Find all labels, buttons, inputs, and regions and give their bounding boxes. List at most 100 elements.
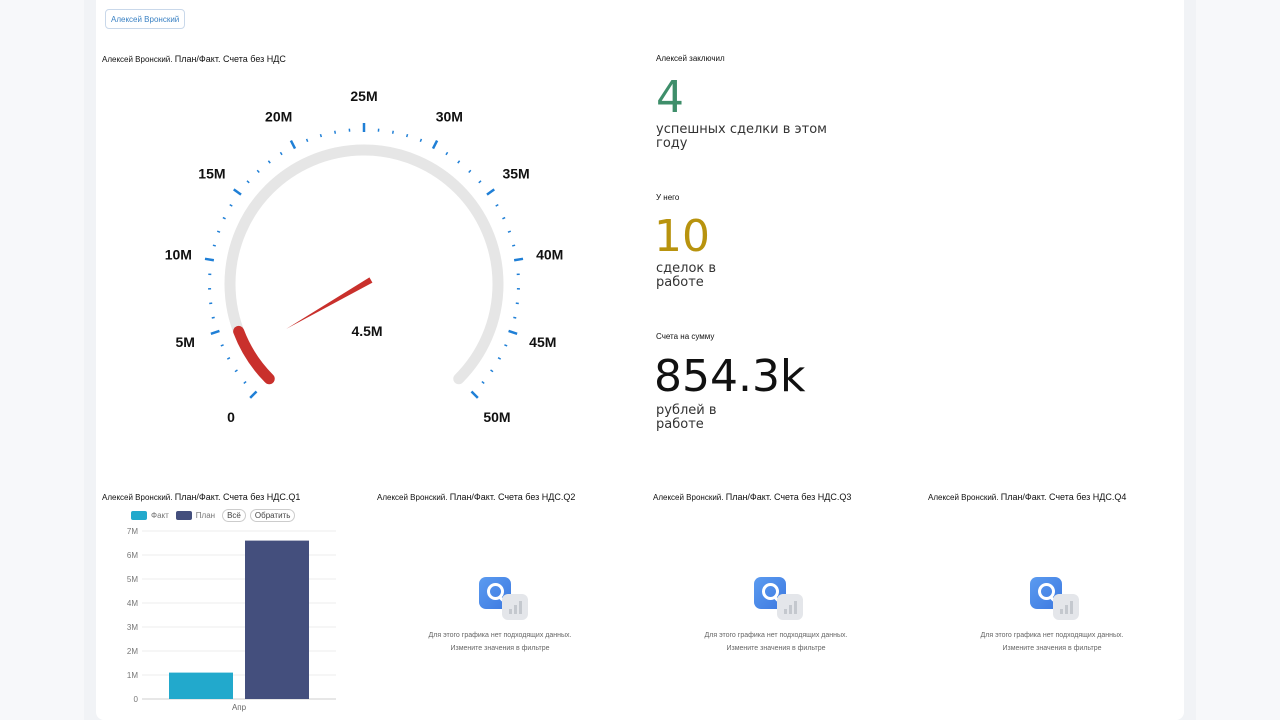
gauge-minor-tick — [256, 169, 260, 173]
q3-no-data-line2: Измените значения в фильтре — [726, 645, 826, 652]
gauge-major-tick — [210, 329, 220, 335]
bar-y-tick-label: 0 — [134, 695, 139, 704]
gauge-value-label: 4.5M — [351, 323, 382, 339]
bar-plan[interactable] — [245, 540, 309, 699]
q3-title-prefix: Алексей Вронский. — [653, 493, 724, 502]
q1-bar-chart: 0 1M 2M 3M 4M 5M 6M 7M Апр — [127, 527, 336, 712]
q3-panel-title: Алексей Вронский. План/Факт. Счета без Н… — [653, 492, 851, 502]
legend-item-plan[interactable]: План — [175, 511, 216, 520]
gauge-panel-title: Алексей Вронский. План/Факт. Счета без Н… — [102, 54, 286, 64]
gauge-minor-tick — [507, 230, 512, 233]
gauge-tick-label: 45M — [529, 334, 556, 350]
q3-no-data-icon — [754, 577, 804, 623]
gauge-tick-label: 35M — [502, 165, 529, 181]
q2-no-data-line1: Для этого графика нет подходящих данных. — [428, 632, 572, 639]
bar-chart-icon — [1053, 594, 1079, 620]
gauge-minor-tick — [226, 357, 231, 360]
kpi-active-desc-line1: сделок в — [656, 261, 717, 276]
q2-no-data-line2: Измените значения в фильтре — [450, 645, 550, 652]
gauge-title-prefix: Алексей Вронский. — [102, 55, 173, 64]
bar-y-tick-label: 7M — [127, 527, 138, 536]
gauge-minor-tick — [243, 380, 247, 385]
q3-no-data-line1: Для этого графика нет подходящих данных. — [704, 632, 848, 639]
bar-y-tick-label: 1M — [127, 671, 138, 680]
kpi-deals-head: Алексей заключил — [656, 54, 725, 63]
q2-title-prefix: Алексей Вронский. — [377, 493, 448, 502]
gauge-minor-tick — [211, 316, 215, 319]
legend-select-all-button[interactable]: Всё — [222, 509, 246, 522]
q4-no-data-line2: Измените значения в фильтре — [1002, 645, 1102, 652]
gauge-minor-tick — [334, 130, 337, 134]
q4-no-data-icon — [1030, 577, 1080, 623]
kpi-sum-desc: рублей в работе — [656, 404, 717, 432]
kpi-active-number: 10 — [654, 211, 710, 262]
bar-chart-icon — [777, 594, 803, 620]
gauge-major-tick — [513, 257, 524, 262]
gauge-tick-label: 50M — [483, 409, 510, 425]
legend-invert-button[interactable]: Обратить — [249, 509, 296, 522]
bar-y-tick-label: 3M — [127, 623, 138, 632]
gauge-minor-tick — [478, 180, 482, 184]
q2-panel-title: Алексей Вронский. План/Факт. Счета без Н… — [377, 492, 575, 502]
kpi-sum-number: 854.3k — [654, 351, 806, 402]
gauge-major-tick — [249, 390, 258, 399]
gauge-minor-tick — [279, 151, 283, 156]
gauge-minor-tick — [419, 138, 423, 143]
legend-item-fact[interactable]: Факт — [131, 511, 169, 520]
gauge-minor-tick — [212, 244, 216, 247]
gauge-minor-tick — [512, 244, 516, 247]
bar-x-tick-label: Апр — [232, 703, 247, 712]
gauge-minor-tick — [502, 216, 506, 220]
bar-chart-icon — [502, 594, 528, 620]
gauge-minor-tick — [216, 230, 221, 233]
gauge-minor-tick — [481, 380, 485, 385]
gauge-tick-label: 5M — [175, 334, 194, 350]
kpi-sum-desc-line2: работе — [656, 417, 704, 432]
gauge-minor-tick — [405, 133, 409, 138]
kpi-active-desc-line2: работе — [656, 275, 704, 290]
gauge-tick-label: 30M — [436, 108, 463, 124]
gauge-minor-tick — [234, 369, 238, 373]
kpi-sum-head: Счета на сумму — [656, 332, 715, 341]
kpi-active-desc: сделок в работе — [656, 262, 716, 290]
gauge-minor-tick — [222, 216, 226, 220]
gauge-minor-tick — [319, 133, 323, 138]
q1-legend: Факт План Всё Обратить — [131, 509, 299, 522]
gauge-minor-tick — [445, 151, 449, 156]
bar-y-tick-label: 5M — [127, 575, 138, 584]
q4-panel-title: Алексей Вронский. План/Факт. Счета без Н… — [928, 492, 1126, 502]
gauge-tick-label: 40M — [536, 247, 563, 263]
gauge-minor-tick — [490, 369, 494, 373]
gauge-minor-tick — [497, 357, 502, 360]
legend-label-plan: План — [195, 511, 216, 520]
user-filter-chip[interactable]: Алексей Вронский — [105, 9, 186, 29]
gauge-minor-tick — [468, 169, 472, 173]
q3-no-data-message: Для этого графика нет подходящих данных.… — [676, 629, 876, 655]
gauge-tick-label: 0 — [227, 409, 235, 425]
legend-label-fact: Факт — [151, 511, 169, 520]
q2-no-data-message: Для этого графика нет подходящих данных.… — [400, 629, 600, 655]
bar-fact[interactable] — [169, 672, 233, 699]
kpi-sum-desc-line1: рублей в — [656, 403, 717, 418]
q2-no-data-icon — [479, 577, 529, 623]
kpi-deals-desc-line2: году — [656, 136, 688, 151]
q2-title-text: План/Факт. Счета без НДС.Q2 — [449, 492, 576, 502]
gauge-minor-tick — [504, 344, 508, 347]
gauge-major-tick — [486, 188, 495, 196]
gauge-minor-tick — [495, 203, 499, 207]
gauge-progress — [233, 325, 275, 385]
gauge-title-text: План/Факт. Счета без НДС — [174, 54, 286, 64]
gauge-tick-label: 10M — [165, 247, 192, 263]
legend-swatch-plan — [175, 511, 192, 520]
gauge-major-tick — [470, 390, 479, 399]
gauge-major-tick — [431, 139, 439, 150]
kpi-deals-desc-line1: успешных сделки в этом — [656, 122, 827, 137]
q4-no-data-line1: Для этого графика нет подходящих данных. — [980, 632, 1124, 639]
q4-title-prefix: Алексей Вронский. — [928, 493, 999, 502]
gauge-needle — [286, 277, 373, 329]
gauge-major-tick — [289, 139, 297, 150]
q3-title-text: План/Факт. Счета без НДС.Q3 — [725, 492, 852, 502]
q1-title-text: План/Факт. Счета без НДС.Q1 — [174, 492, 301, 502]
gauge-tick-label: 25M — [350, 88, 377, 104]
gauge-track — [224, 144, 504, 385]
